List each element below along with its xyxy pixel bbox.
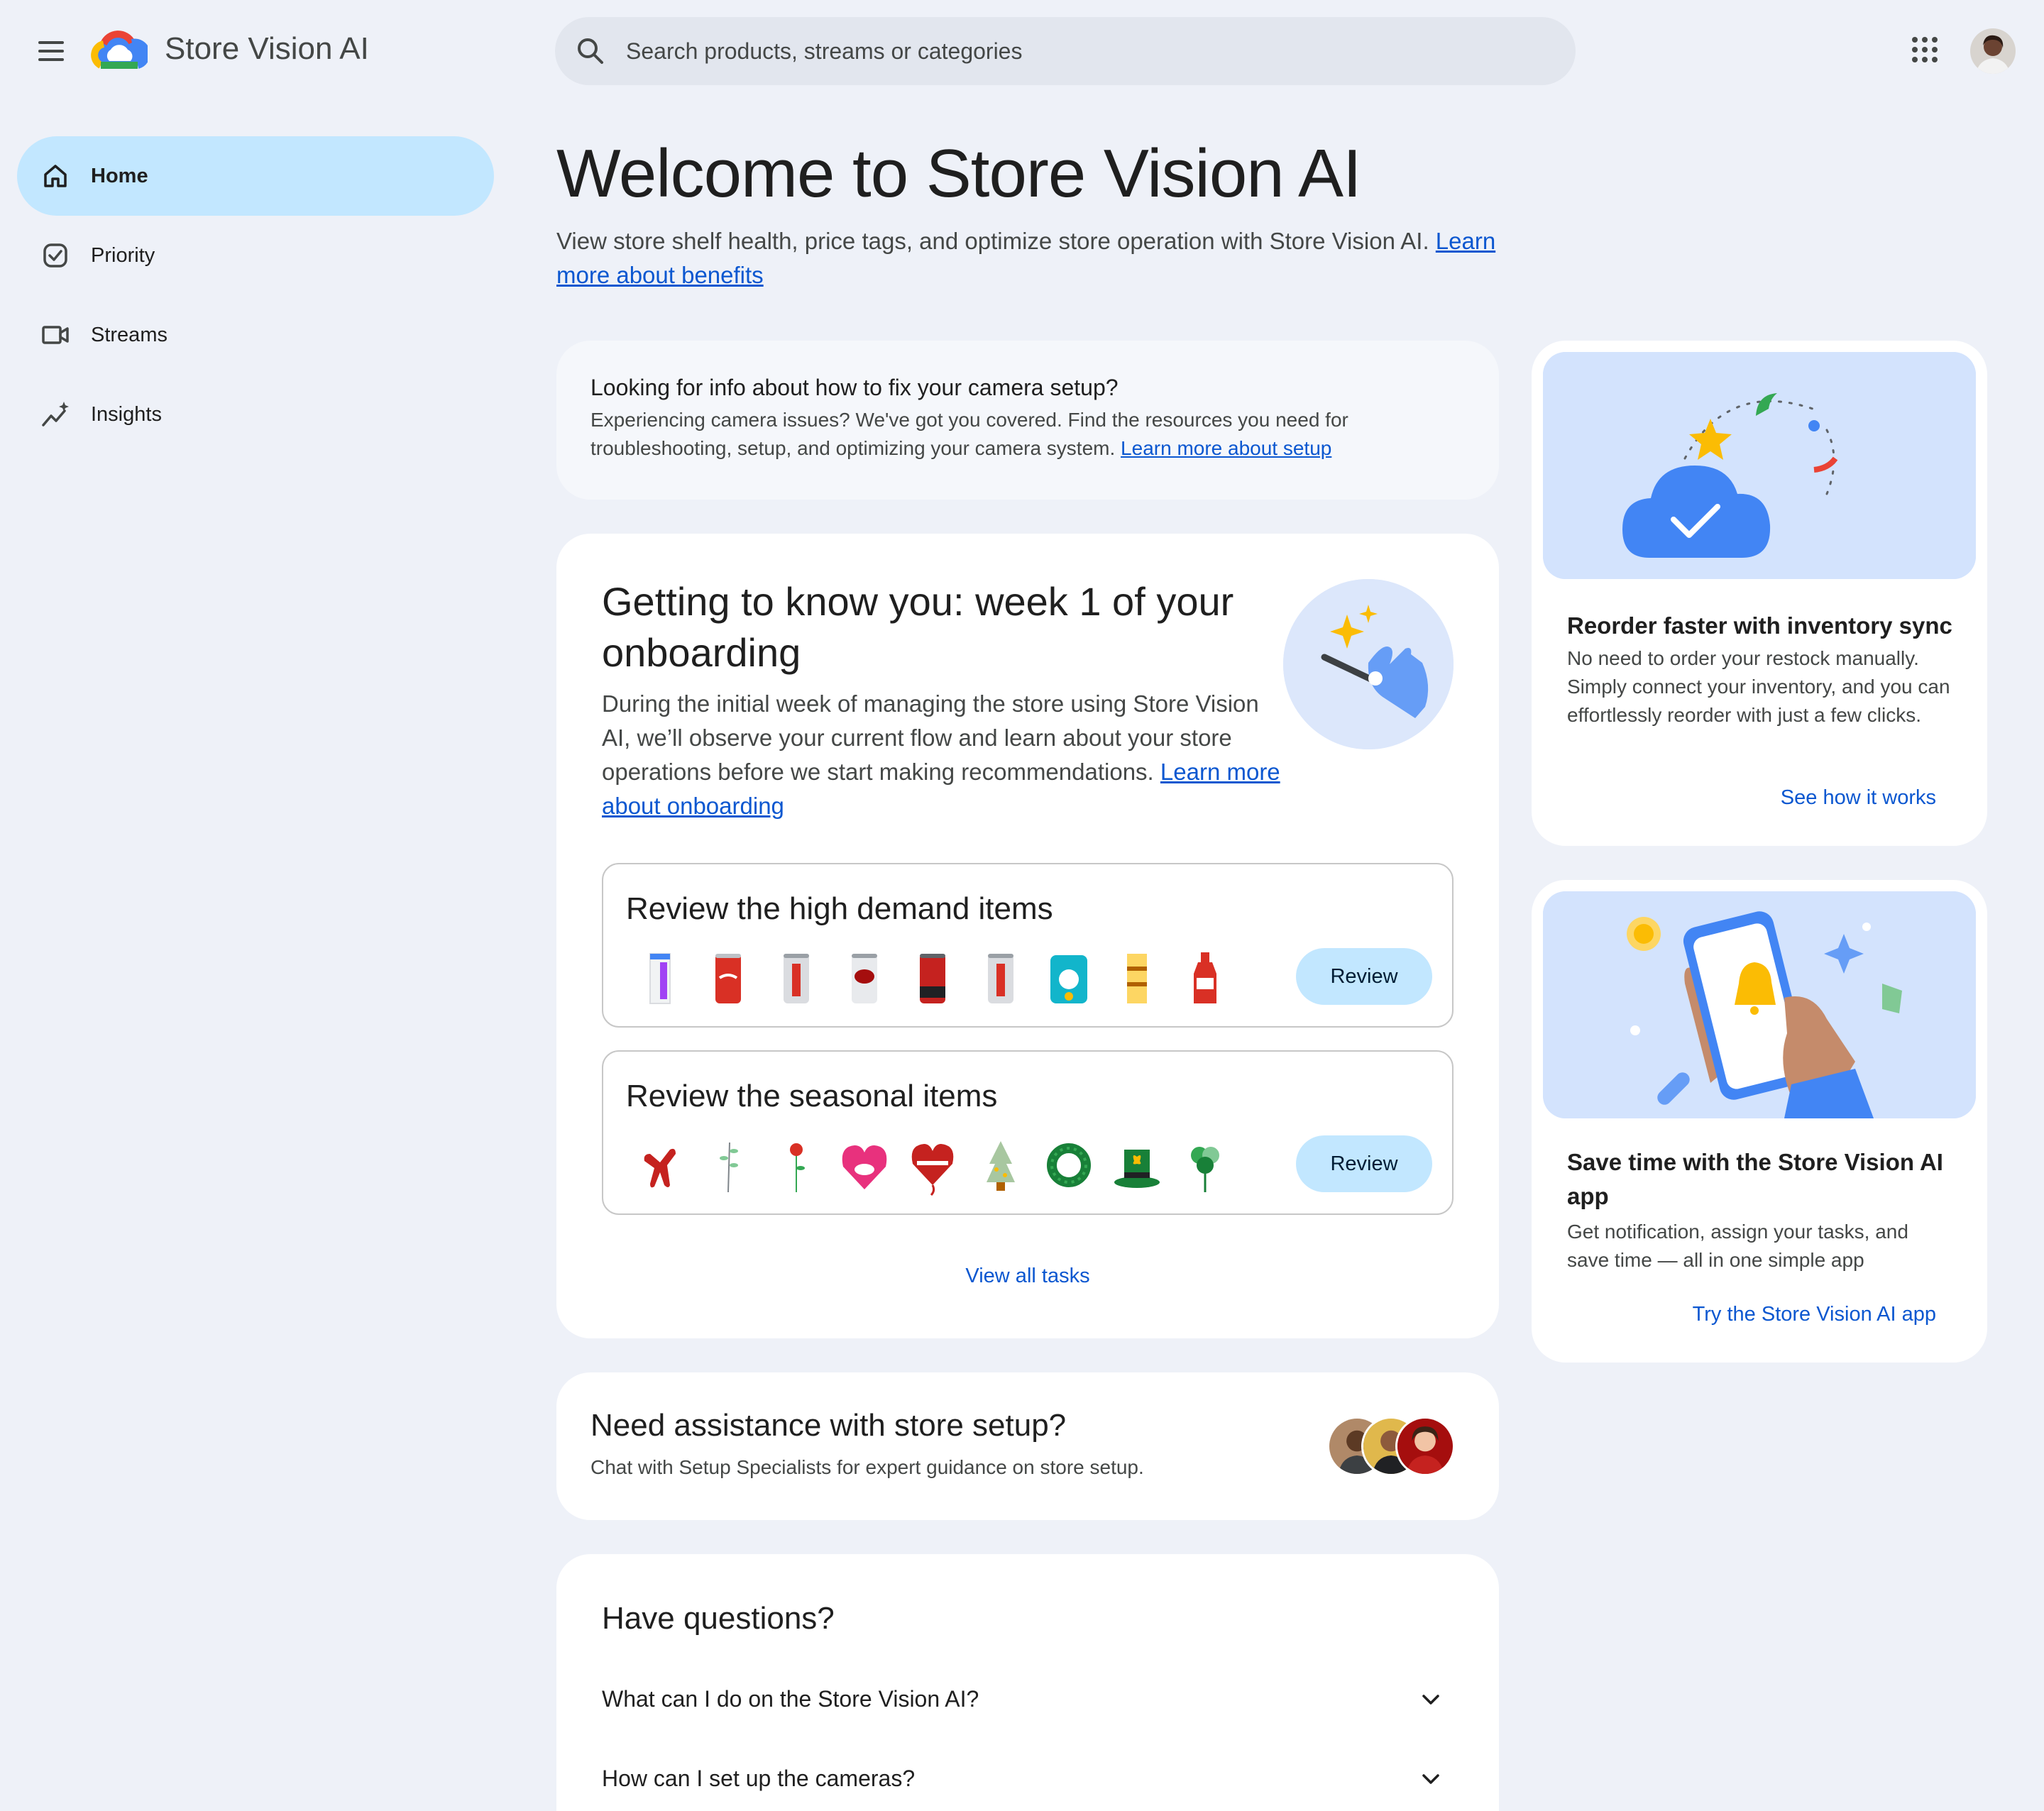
onboarding-body: During the initial week of managing the … <box>602 687 1283 823</box>
menu-icon[interactable] <box>28 28 74 74</box>
sidebar-item-label: Insights <box>91 402 162 426</box>
sidebar-item-insights[interactable]: Insights <box>17 375 494 454</box>
sidebar-item-home[interactable]: Home <box>17 136 494 216</box>
cloud-sync-illustration <box>1543 352 1976 579</box>
review-high-demand-button[interactable]: Review <box>1296 948 1432 1005</box>
toilet-paper-pack-icon <box>1050 955 1087 1003</box>
view-all-tasks-link[interactable]: View all tasks <box>556 1265 1499 1288</box>
assistance-body: Chat with Setup Specialists for expert g… <box>590 1456 1144 1478</box>
task-title: Review the high demand items <box>626 891 1053 926</box>
faq-question: What can I do on the Store Vision AI? <box>602 1686 979 1712</box>
inventory-sync-title: Reorder faster with inventory sync <box>1567 612 1952 639</box>
onboarding-card: Getting to know you: week 1 of your onbo… <box>556 534 1499 1338</box>
learn-more-setup-link[interactable]: Learn more about setup <box>1121 437 1331 459</box>
task-card-seasonal: Review the seasonal items Review <box>602 1050 1454 1215</box>
phone-notification-illustration <box>1543 891 1976 1118</box>
heart-candy-box-icon <box>842 1145 887 1189</box>
mobile-app-title: Save time with the Store Vision AI app <box>1567 1149 1943 1209</box>
page-subtitle: View store shelf health, price tags, and… <box>556 224 1500 292</box>
diet-coke-can-icon <box>784 954 809 1003</box>
search-input[interactable] <box>626 17 1549 85</box>
faq-title: Have questions? <box>602 1601 835 1636</box>
chevron-down-icon[interactable] <box>1418 1767 1444 1793</box>
page-title: Welcome to Store Vision AI <box>556 136 1362 211</box>
see-how-it-works-link[interactable]: See how it works <box>1781 786 1936 810</box>
ketchup-bottle-icon <box>1194 952 1216 1003</box>
inventory-sync-card: Reorder faster with inventory sync No ne… <box>1532 341 1987 846</box>
inventory-sync-body: No need to order your restock manually. … <box>1567 647 1950 726</box>
seasonal-thumbnails <box>634 1133 1231 1196</box>
specialist-avatars <box>1327 1416 1455 1477</box>
try-app-link[interactable]: Try the Store Vision AI app <box>1693 1303 1936 1326</box>
assistance-title: Need assistance with store setup? <box>590 1408 1067 1443</box>
home-icon <box>44 165 67 187</box>
wreath-icon <box>1047 1143 1091 1187</box>
camera-info-card: Looking for info about how to fix your c… <box>556 341 1499 500</box>
top-bar: Store Vision AI <box>0 0 2044 106</box>
leprechaun-hat-icon <box>1114 1150 1160 1188</box>
magic-wand-hand-illustration <box>1283 579 1454 749</box>
app-title: Store Vision AI <box>165 31 369 66</box>
task-card-high-demand: Review the high demand items Review <box>602 863 1454 1028</box>
twix-box-icon <box>1127 954 1147 1003</box>
chevron-down-icon[interactable] <box>1418 1688 1444 1713</box>
red-rose-icon <box>790 1143 805 1192</box>
assistance-card[interactable]: Need assistance with store setup? Chat w… <box>556 1372 1499 1520</box>
faq-question: How can I set up the cameras? <box>602 1766 916 1791</box>
sidebar-item-label: Priority <box>91 243 155 267</box>
milk-carton-icon <box>649 953 671 1004</box>
mobile-app-card: Save time with the Store Vision AI app G… <box>1532 880 1987 1363</box>
coca-cola-can-icon <box>715 954 741 1003</box>
faq-item[interactable]: What can I do on the Store Vision AI? <box>602 1661 1454 1740</box>
product-thumbnails <box>634 945 1231 1009</box>
apps-grid-icon[interactable] <box>1908 33 1942 67</box>
page-subtitle-text: View store shelf health, price tags, and… <box>556 228 1429 254</box>
coca-cola-zero-can-icon <box>920 954 945 1003</box>
sidebar-item-streams[interactable]: Streams <box>17 295 494 375</box>
video-camera-icon <box>42 326 69 344</box>
sidebar-item-label: Streams <box>91 323 167 346</box>
diet-coke-can-icon <box>988 954 1013 1003</box>
olive-branch-icon <box>720 1142 738 1193</box>
search-icon[interactable] <box>573 34 608 68</box>
balloon-dog-icon <box>644 1148 676 1188</box>
task-title: Review the seasonal items <box>626 1079 998 1113</box>
dr-pepper-can-icon <box>852 954 877 1003</box>
mobile-app-body: Get notification, assign your tasks, and… <box>1567 1221 1908 1271</box>
onboarding-title: Getting to know you: week 1 of your onbo… <box>602 579 1234 675</box>
specialist-avatar <box>1395 1416 1455 1476</box>
search-bar[interactable] <box>555 17 1576 85</box>
trending-up-icon <box>42 402 69 426</box>
user-avatar[interactable] <box>1970 28 2016 74</box>
shamrock-bouquet-icon <box>1191 1147 1219 1192</box>
heart-balloon-icon <box>911 1144 954 1196</box>
mini-christmas-tree-icon <box>987 1141 1015 1191</box>
review-seasonal-button[interactable]: Review <box>1296 1135 1432 1192</box>
camera-info-title: Looking for info about how to fix your c… <box>590 375 1119 400</box>
sidebar-item-label: Home <box>91 164 148 187</box>
check-circle-icon <box>43 243 67 268</box>
faq-item[interactable]: How can I set up the cameras? <box>602 1740 1454 1811</box>
sidebar-item-priority[interactable]: Priority <box>17 216 494 295</box>
sidebar-nav: Home Priority Streams Insights <box>17 136 494 454</box>
camera-info-body: Experiencing camera issues? We've got yo… <box>590 406 1442 463</box>
cloud-logo-icon <box>91 31 148 69</box>
faq-card: Have questions? What can I do on the Sto… <box>556 1554 1499 1811</box>
